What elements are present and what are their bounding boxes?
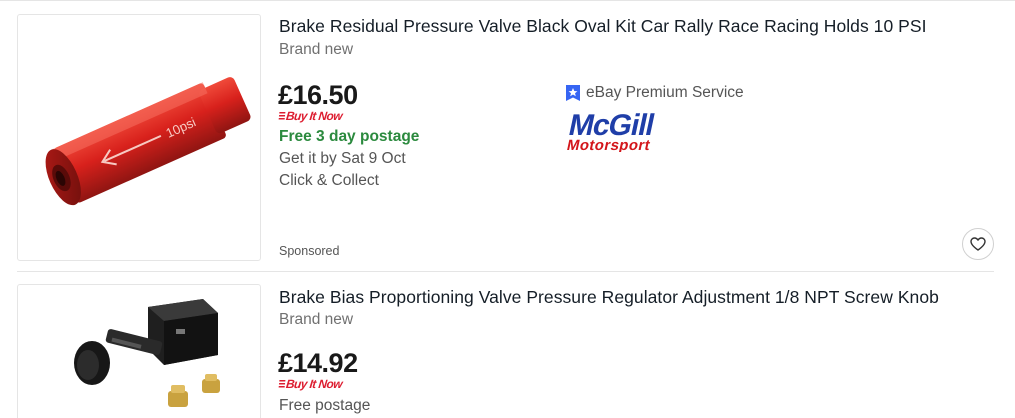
item-condition: Brand new: [279, 311, 354, 328]
premium-service: eBay Premium Service: [565, 83, 744, 103]
click-collect: Click & Collect: [279, 172, 379, 189]
buy-it-now-text: Buy It Now: [285, 377, 343, 391]
buy-it-now-icon: [278, 112, 286, 120]
product-image[interactable]: 10psi: [17, 14, 261, 261]
delivery-estimate: Get it by Sat 9 Oct: [279, 150, 406, 167]
heart-icon: [970, 237, 986, 251]
shipping-info: Free postage: [279, 397, 371, 414]
item-price: £14.92: [278, 348, 358, 378]
buy-it-now-icon: [278, 380, 286, 388]
item-condition: Brand new: [279, 41, 354, 58]
buy-it-now-label: Buy It Now: [278, 109, 343, 123]
premium-service-text: eBay Premium Service: [586, 84, 744, 101]
watch-button[interactable]: [962, 228, 994, 260]
seller-logo: McGill Motorsport: [565, 109, 656, 152]
item-price: £16.50: [278, 80, 358, 110]
listing-title[interactable]: Brake Bias Proportioning Valve Pressure …: [279, 287, 939, 308]
premium-badge-icon: [566, 85, 580, 101]
svg-text:Motorsport: Motorsport: [565, 137, 652, 152]
buy-it-now-label: Buy It Now: [278, 377, 343, 391]
sponsored-label: Sponsored: [279, 244, 340, 258]
listing-title[interactable]: Brake Residual Pressure Valve Black Oval…: [279, 16, 927, 37]
buy-it-now-text: Buy It Now: [285, 109, 343, 123]
listing-card: Brake Bias Proportioning Valve Pressure …: [0, 272, 1015, 418]
red-valve-image: 10psi: [45, 77, 251, 206]
listing-card: 10psi Brake Residual Pressure Valve Blac…: [0, 0, 1015, 272]
bias-valve-image: [74, 299, 220, 407]
shipping-info: Free 3 day postage: [279, 128, 420, 145]
product-image[interactable]: [17, 284, 261, 418]
